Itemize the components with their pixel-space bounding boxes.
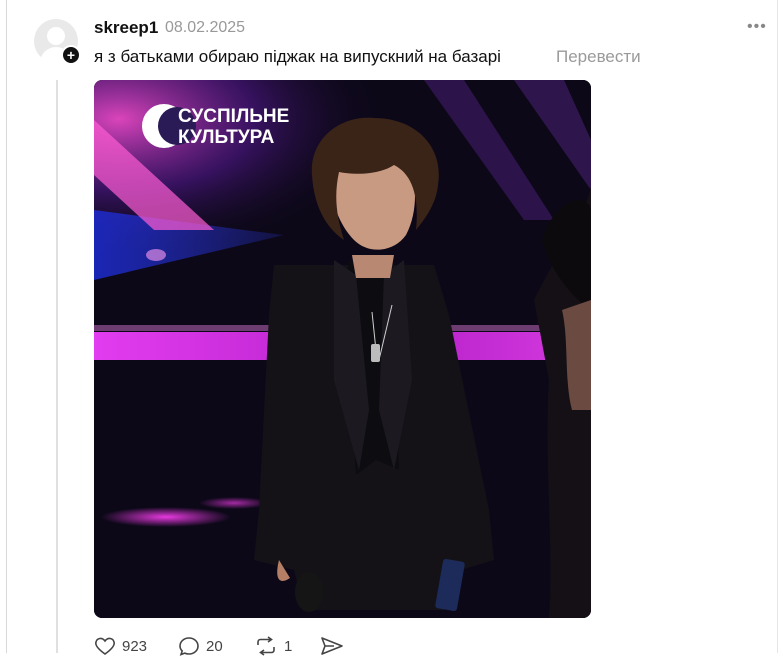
- repost-count: 1: [284, 637, 293, 655]
- more-icon[interactable]: •••: [747, 18, 767, 36]
- post-date[interactable]: 08.02.2025: [165, 19, 245, 37]
- left-border: [6, 0, 7, 653]
- comment-count: 20: [206, 637, 223, 655]
- follow-button[interactable]: +: [61, 45, 81, 65]
- comment-icon: [179, 637, 199, 656]
- plus-icon: +: [66, 47, 76, 63]
- post-image[interactable]: СУСПІЛЬНЕ КУЛЬТУРА: [94, 80, 591, 618]
- share-icon: [321, 637, 343, 655]
- heart-icon: [95, 637, 115, 655]
- like-count: 923: [122, 637, 148, 655]
- repost-icon: [257, 636, 275, 656]
- post-text: я з батьками обираю піджак на випускний …: [94, 47, 501, 66]
- translate-link[interactable]: Перевести: [556, 47, 641, 67]
- comment-button[interactable]: 20: [178, 636, 223, 656]
- share-button[interactable]: [320, 636, 344, 656]
- logo-line1: СУСПІЛЬНЕ: [178, 106, 289, 127]
- like-button[interactable]: 923: [94, 636, 147, 656]
- stage-photo: СУСПІЛЬНЕ КУЛЬТУРА: [94, 80, 591, 618]
- repost-button[interactable]: 1: [254, 636, 292, 656]
- thread-line: [56, 80, 58, 653]
- logo-line2: КУЛЬТУРА: [178, 127, 275, 148]
- username[interactable]: skreep1: [94, 18, 158, 38]
- avatar-head: [47, 27, 65, 45]
